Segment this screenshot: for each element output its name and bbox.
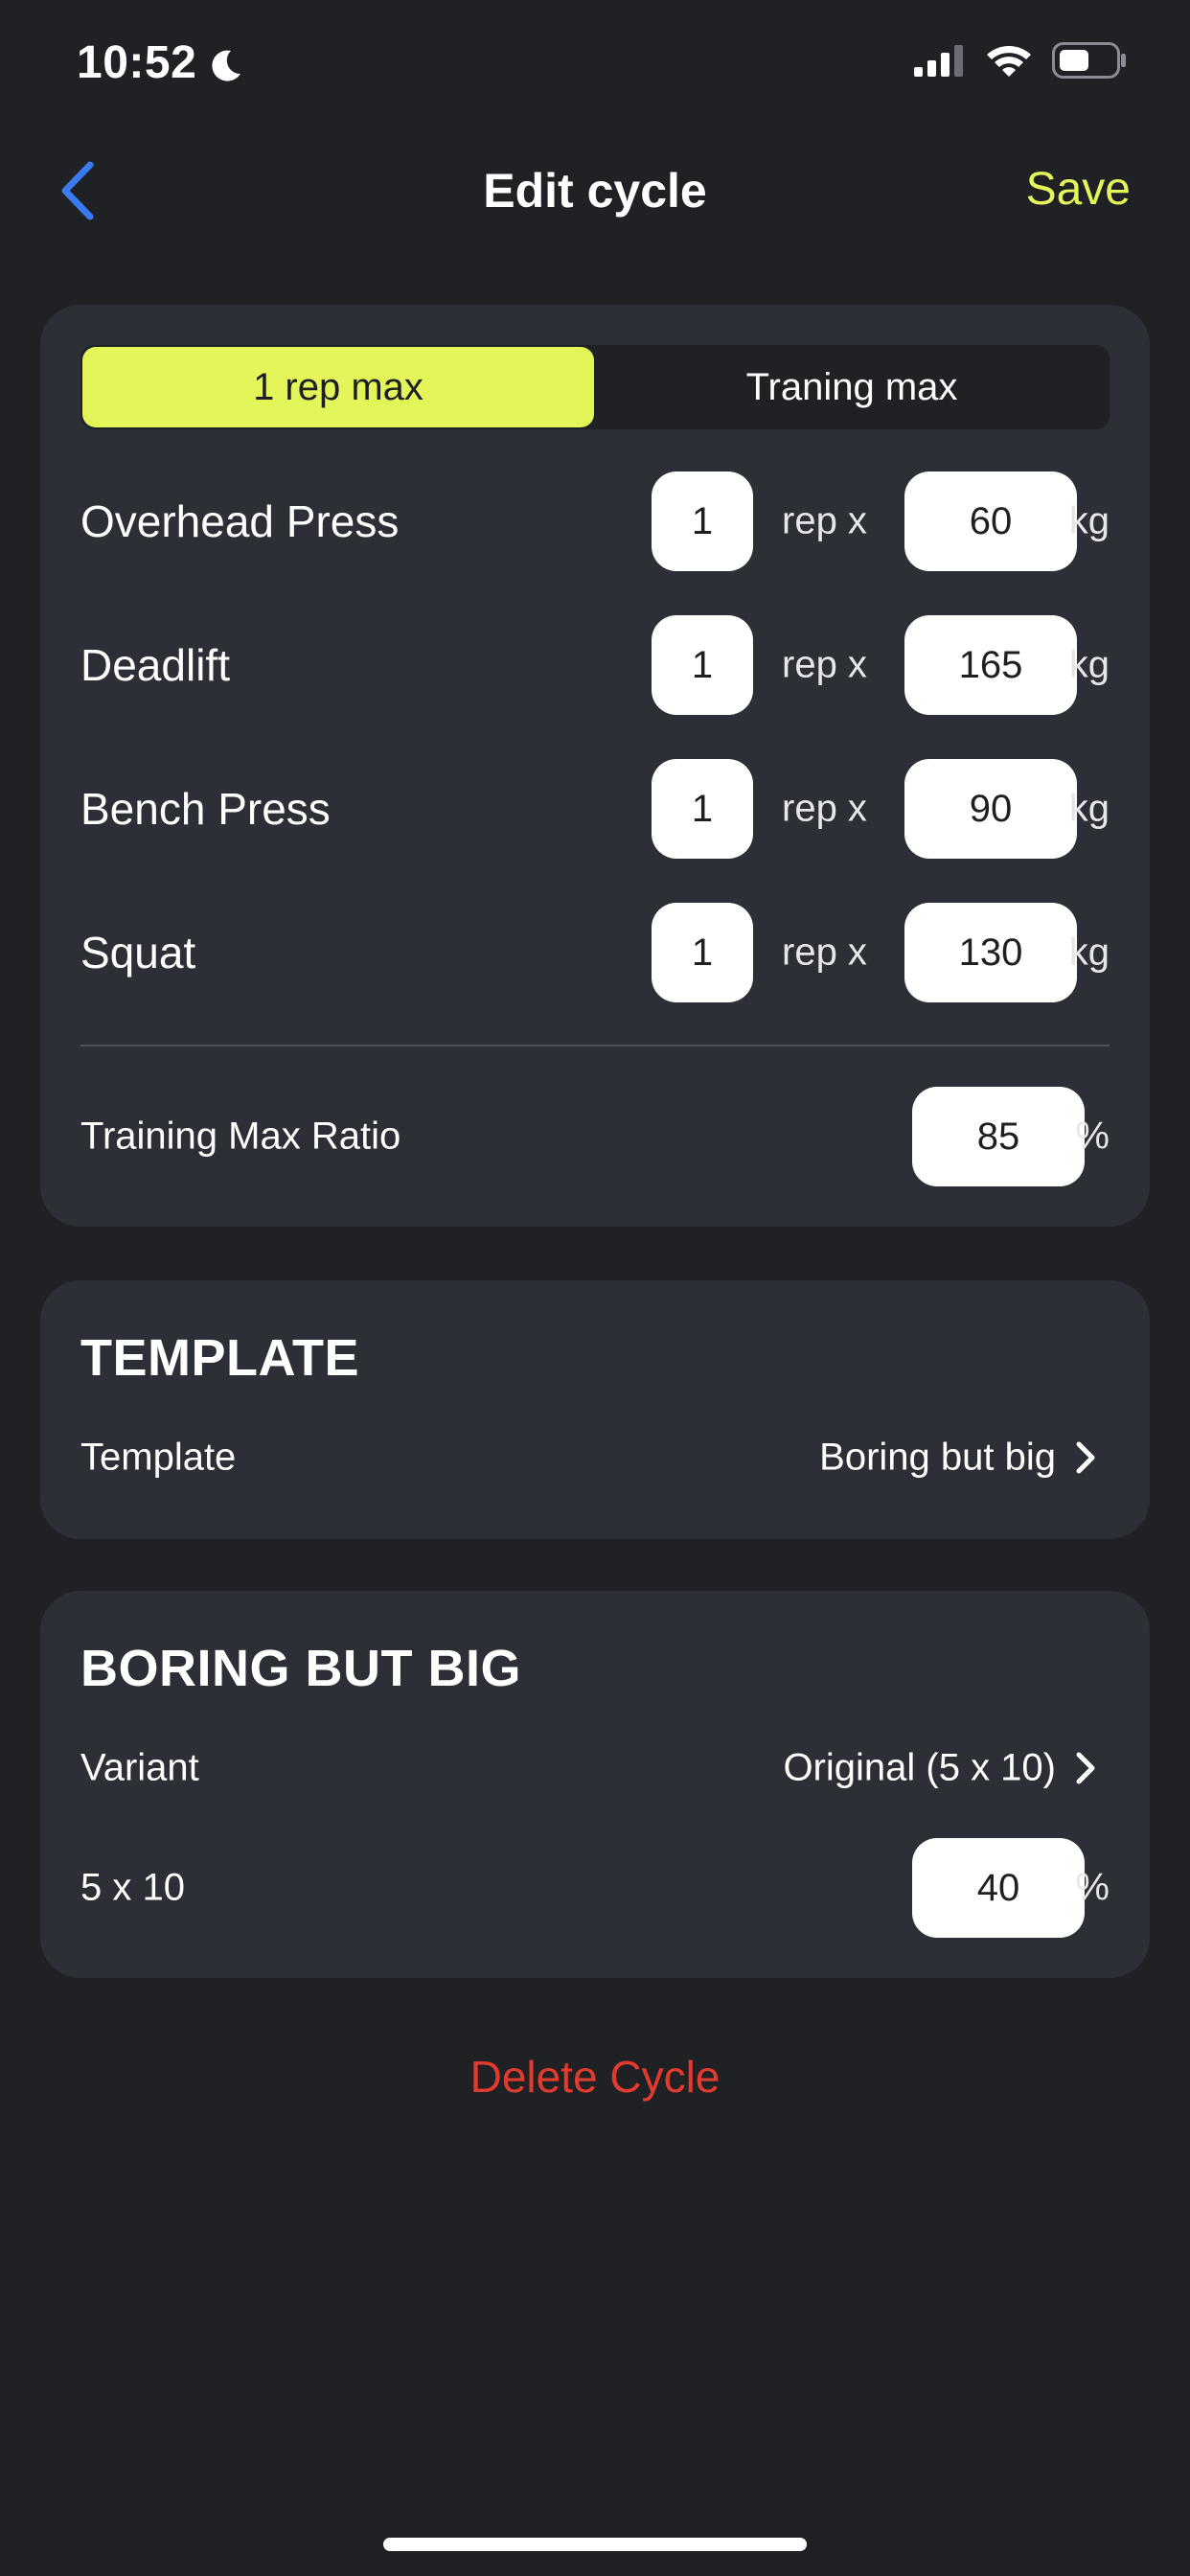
- variant-value: Original (5 x 10): [783, 1746, 1056, 1789]
- segment-training-max[interactable]: Traning max: [594, 345, 1110, 429]
- delete-cycle-button[interactable]: Delete Cycle: [0, 2051, 1190, 2103]
- max-mode-segmented-control: 1 rep max Traning max: [80, 345, 1110, 429]
- unit-label: kg: [1068, 787, 1110, 830]
- reps-input[interactable]: 1: [652, 615, 753, 715]
- scheme-label: 5 x 10: [80, 1866, 185, 1909]
- weight-input[interactable]: 60: [904, 472, 1077, 571]
- unit-label: kg: [1068, 931, 1110, 974]
- training-max-ratio-input[interactable]: 85: [912, 1087, 1085, 1186]
- home-indicator: [383, 2538, 807, 2551]
- lift-row-deadlift: Deadlift 1 rep x 165 kg: [80, 615, 1110, 715]
- edit-cycle-screen: 10:52 Edit cycle Save 1 rep max Traning …: [0, 0, 1190, 2576]
- variant-label: Variant: [80, 1746, 199, 1789]
- segment-1-rep-max[interactable]: 1 rep max: [82, 347, 594, 427]
- lift-name: Squat: [80, 928, 196, 978]
- lift-row-bench-press: Bench Press 1 rep x 90 kg: [80, 759, 1110, 859]
- signal-icon: [914, 44, 966, 81]
- chevron-right-icon: [1076, 1752, 1095, 1784]
- page-title: Edit cycle: [483, 164, 707, 218]
- navigation-bar: Edit cycle Save: [0, 144, 1190, 240]
- battery-icon: [1052, 42, 1127, 83]
- training-max-ratio-label: Training Max Ratio: [80, 1115, 401, 1158]
- unit-label: kg: [1068, 499, 1110, 542]
- rep-x-label: rep x: [782, 499, 867, 542]
- status-time-text: 10:52: [77, 37, 197, 88]
- template-card: TEMPLATE Template Boring but big: [40, 1280, 1150, 1539]
- boring-but-big-card: BORING BUT BIG Variant Original (5 x 10)…: [40, 1591, 1150, 1978]
- status-time: 10:52: [77, 36, 244, 89]
- weight-input[interactable]: 130: [904, 903, 1077, 1002]
- percent-label: %: [1075, 1115, 1110, 1158]
- template-select-row[interactable]: Template Boring but big: [80, 1424, 1110, 1491]
- lift-name: Overhead Press: [80, 496, 400, 546]
- scheme-percent-input[interactable]: 40: [912, 1838, 1085, 1938]
- save-button[interactable]: Save: [1026, 163, 1131, 216]
- template-value: Boring but big: [819, 1436, 1056, 1479]
- weight-input[interactable]: 165: [904, 615, 1077, 715]
- rep-x-label: rep x: [782, 931, 867, 974]
- lift-name: Deadlift: [80, 640, 230, 690]
- wifi-icon: [985, 43, 1033, 82]
- template-section-title: TEMPLATE: [80, 1329, 359, 1387]
- percent-label: %: [1075, 1866, 1110, 1909]
- rep-x-label: rep x: [782, 643, 867, 686]
- bbb-section-title: BORING BUT BIG: [80, 1640, 521, 1697]
- chevron-right-icon: [1076, 1441, 1095, 1474]
- divider: [80, 1045, 1110, 1046]
- lift-name: Bench Press: [80, 784, 331, 834]
- scheme-row: 5 x 10 40 %: [80, 1838, 1110, 1938]
- unit-label: kg: [1068, 643, 1110, 686]
- reps-input[interactable]: 1: [652, 903, 753, 1002]
- status-bar: 10:52: [0, 0, 1190, 134]
- template-label: Template: [80, 1436, 237, 1479]
- reps-input[interactable]: 1: [652, 472, 753, 571]
- moon-icon: [206, 44, 244, 82]
- max-settings-card: 1 rep max Traning max Overhead Press 1 r…: [40, 305, 1150, 1227]
- weight-input[interactable]: 90: [904, 759, 1077, 859]
- lift-row-overhead-press: Overhead Press 1 rep x 60 kg: [80, 472, 1110, 571]
- lift-row-squat: Squat 1 rep x 130 kg: [80, 903, 1110, 1002]
- reps-input[interactable]: 1: [652, 759, 753, 859]
- status-icons: [914, 42, 1127, 83]
- training-max-ratio-row: Training Max Ratio 85 %: [80, 1087, 1110, 1186]
- variant-select-row[interactable]: Variant Original (5 x 10): [80, 1735, 1110, 1802]
- rep-x-label: rep x: [782, 787, 867, 830]
